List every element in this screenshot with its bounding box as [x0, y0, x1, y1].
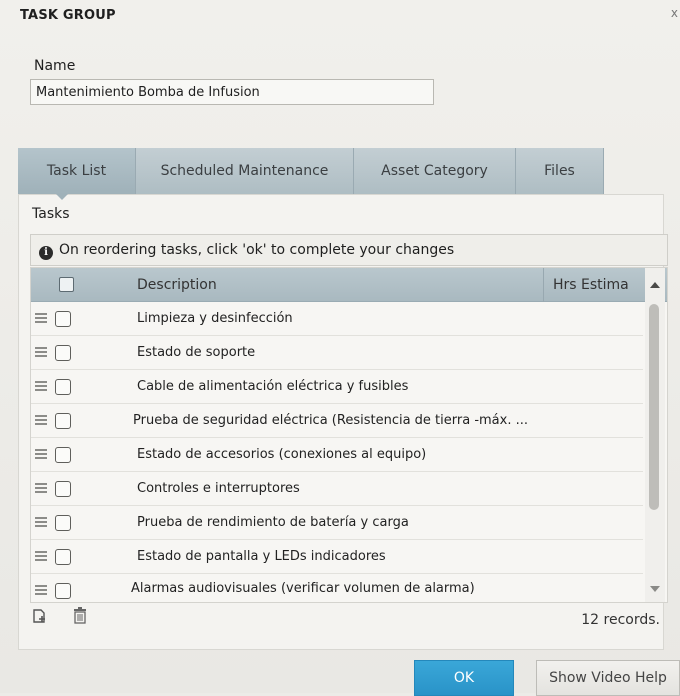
grid-footer: 12 records. [30, 604, 668, 634]
row-checkbox[interactable] [55, 379, 71, 395]
drag-handle-icon[interactable] [35, 414, 47, 426]
row-checkbox[interactable] [55, 583, 71, 599]
add-task-icon[interactable] [32, 608, 48, 624]
drag-handle-icon[interactable] [35, 482, 47, 494]
scroll-thumb[interactable] [649, 304, 659, 510]
column-header-hrs-estimated[interactable]: Hrs Estima [553, 268, 629, 302]
show-video-help-button[interactable]: Show Video Help [536, 660, 680, 696]
tab-scheduled-maintenance[interactable]: Scheduled Maintenance [136, 148, 354, 194]
close-icon[interactable]: x [671, 6, 678, 20]
task-group-dialog: TASK GROUP x Name Task List Scheduled Ma… [0, 0, 680, 696]
task-description: Cable de alimentación eléctrica y fusibl… [137, 379, 409, 394]
task-description: Estado de accesorios (conexiones al equi… [137, 447, 427, 462]
task-description: Estado de pantalla y LEDs indicadores [137, 549, 386, 564]
delete-icon[interactable] [73, 607, 87, 624]
table-row[interactable]: Alarmas audiovisuales (verificar volumen… [31, 574, 643, 602]
row-checkbox[interactable] [55, 549, 71, 565]
grid-scrollbar[interactable] [645, 268, 665, 602]
name-label: Name [34, 58, 76, 74]
task-description: Alarmas audiovisuales (verificar volumen… [131, 581, 475, 596]
row-checkbox[interactable] [55, 515, 71, 531]
drag-handle-icon[interactable] [35, 380, 47, 392]
row-checkbox[interactable] [55, 311, 71, 327]
ok-button[interactable]: OK [414, 660, 514, 696]
grid-header: Description Hrs Estima [31, 268, 667, 302]
tasks-grid: Description Hrs Estima Limpieza y desinf… [30, 267, 668, 603]
table-row[interactable]: Prueba de seguridad eléctrica (Resistenc… [31, 404, 643, 438]
scroll-down-icon[interactable] [650, 586, 660, 592]
table-row[interactable]: Estado de accesorios (conexiones al equi… [31, 438, 643, 472]
task-description: Controles e interruptores [137, 481, 300, 496]
task-description: Prueba de rendimiento de batería y carga [137, 515, 409, 530]
records-count: 12 records. [581, 612, 660, 628]
column-header-description[interactable]: Description [137, 268, 217, 302]
tasks-section-label: Tasks [32, 206, 70, 222]
table-row[interactable]: Controles e interruptores [31, 472, 643, 506]
table-row[interactable]: Prueba de rendimiento de batería y carga [31, 506, 643, 540]
info-banner: i On reordering tasks, click 'ok' to comp… [30, 234, 668, 266]
info-icon: i [39, 246, 53, 260]
row-checkbox[interactable] [55, 413, 71, 429]
task-description: Prueba de seguridad eléctrica (Resistenc… [133, 413, 528, 428]
select-all-checkbox[interactable] [59, 277, 74, 292]
table-row[interactable]: Estado de soporte [31, 336, 643, 370]
task-description: Limpieza y desinfección [137, 311, 293, 326]
active-tab-indicator [55, 193, 69, 200]
scroll-up-icon[interactable] [650, 282, 660, 288]
tab-task-list[interactable]: Task List [18, 148, 136, 194]
drag-handle-icon[interactable] [35, 584, 47, 596]
table-row[interactable]: Estado de pantalla y LEDs indicadores [31, 540, 643, 574]
column-divider [543, 268, 544, 302]
tab-asset-category[interactable]: Asset Category [354, 148, 516, 194]
info-message: On reordering tasks, click 'ok' to compl… [59, 242, 455, 258]
name-input[interactable] [30, 79, 434, 105]
drag-handle-icon[interactable] [35, 448, 47, 460]
dialog-title: TASK GROUP [20, 8, 116, 23]
row-checkbox[interactable] [55, 481, 71, 497]
tab-bar: Task List Scheduled Maintenance Asset Ca… [18, 148, 604, 194]
table-row[interactable]: Cable de alimentación eléctrica y fusibl… [31, 370, 643, 404]
row-checkbox[interactable] [55, 447, 71, 463]
drag-handle-icon[interactable] [35, 550, 47, 562]
tab-files[interactable]: Files [516, 148, 604, 194]
drag-handle-icon[interactable] [35, 312, 47, 324]
row-checkbox[interactable] [55, 345, 71, 361]
drag-handle-icon[interactable] [35, 516, 47, 528]
task-description: Estado de soporte [137, 345, 256, 360]
table-row[interactable]: Limpieza y desinfección [31, 302, 643, 336]
drag-handle-icon[interactable] [35, 346, 47, 358]
